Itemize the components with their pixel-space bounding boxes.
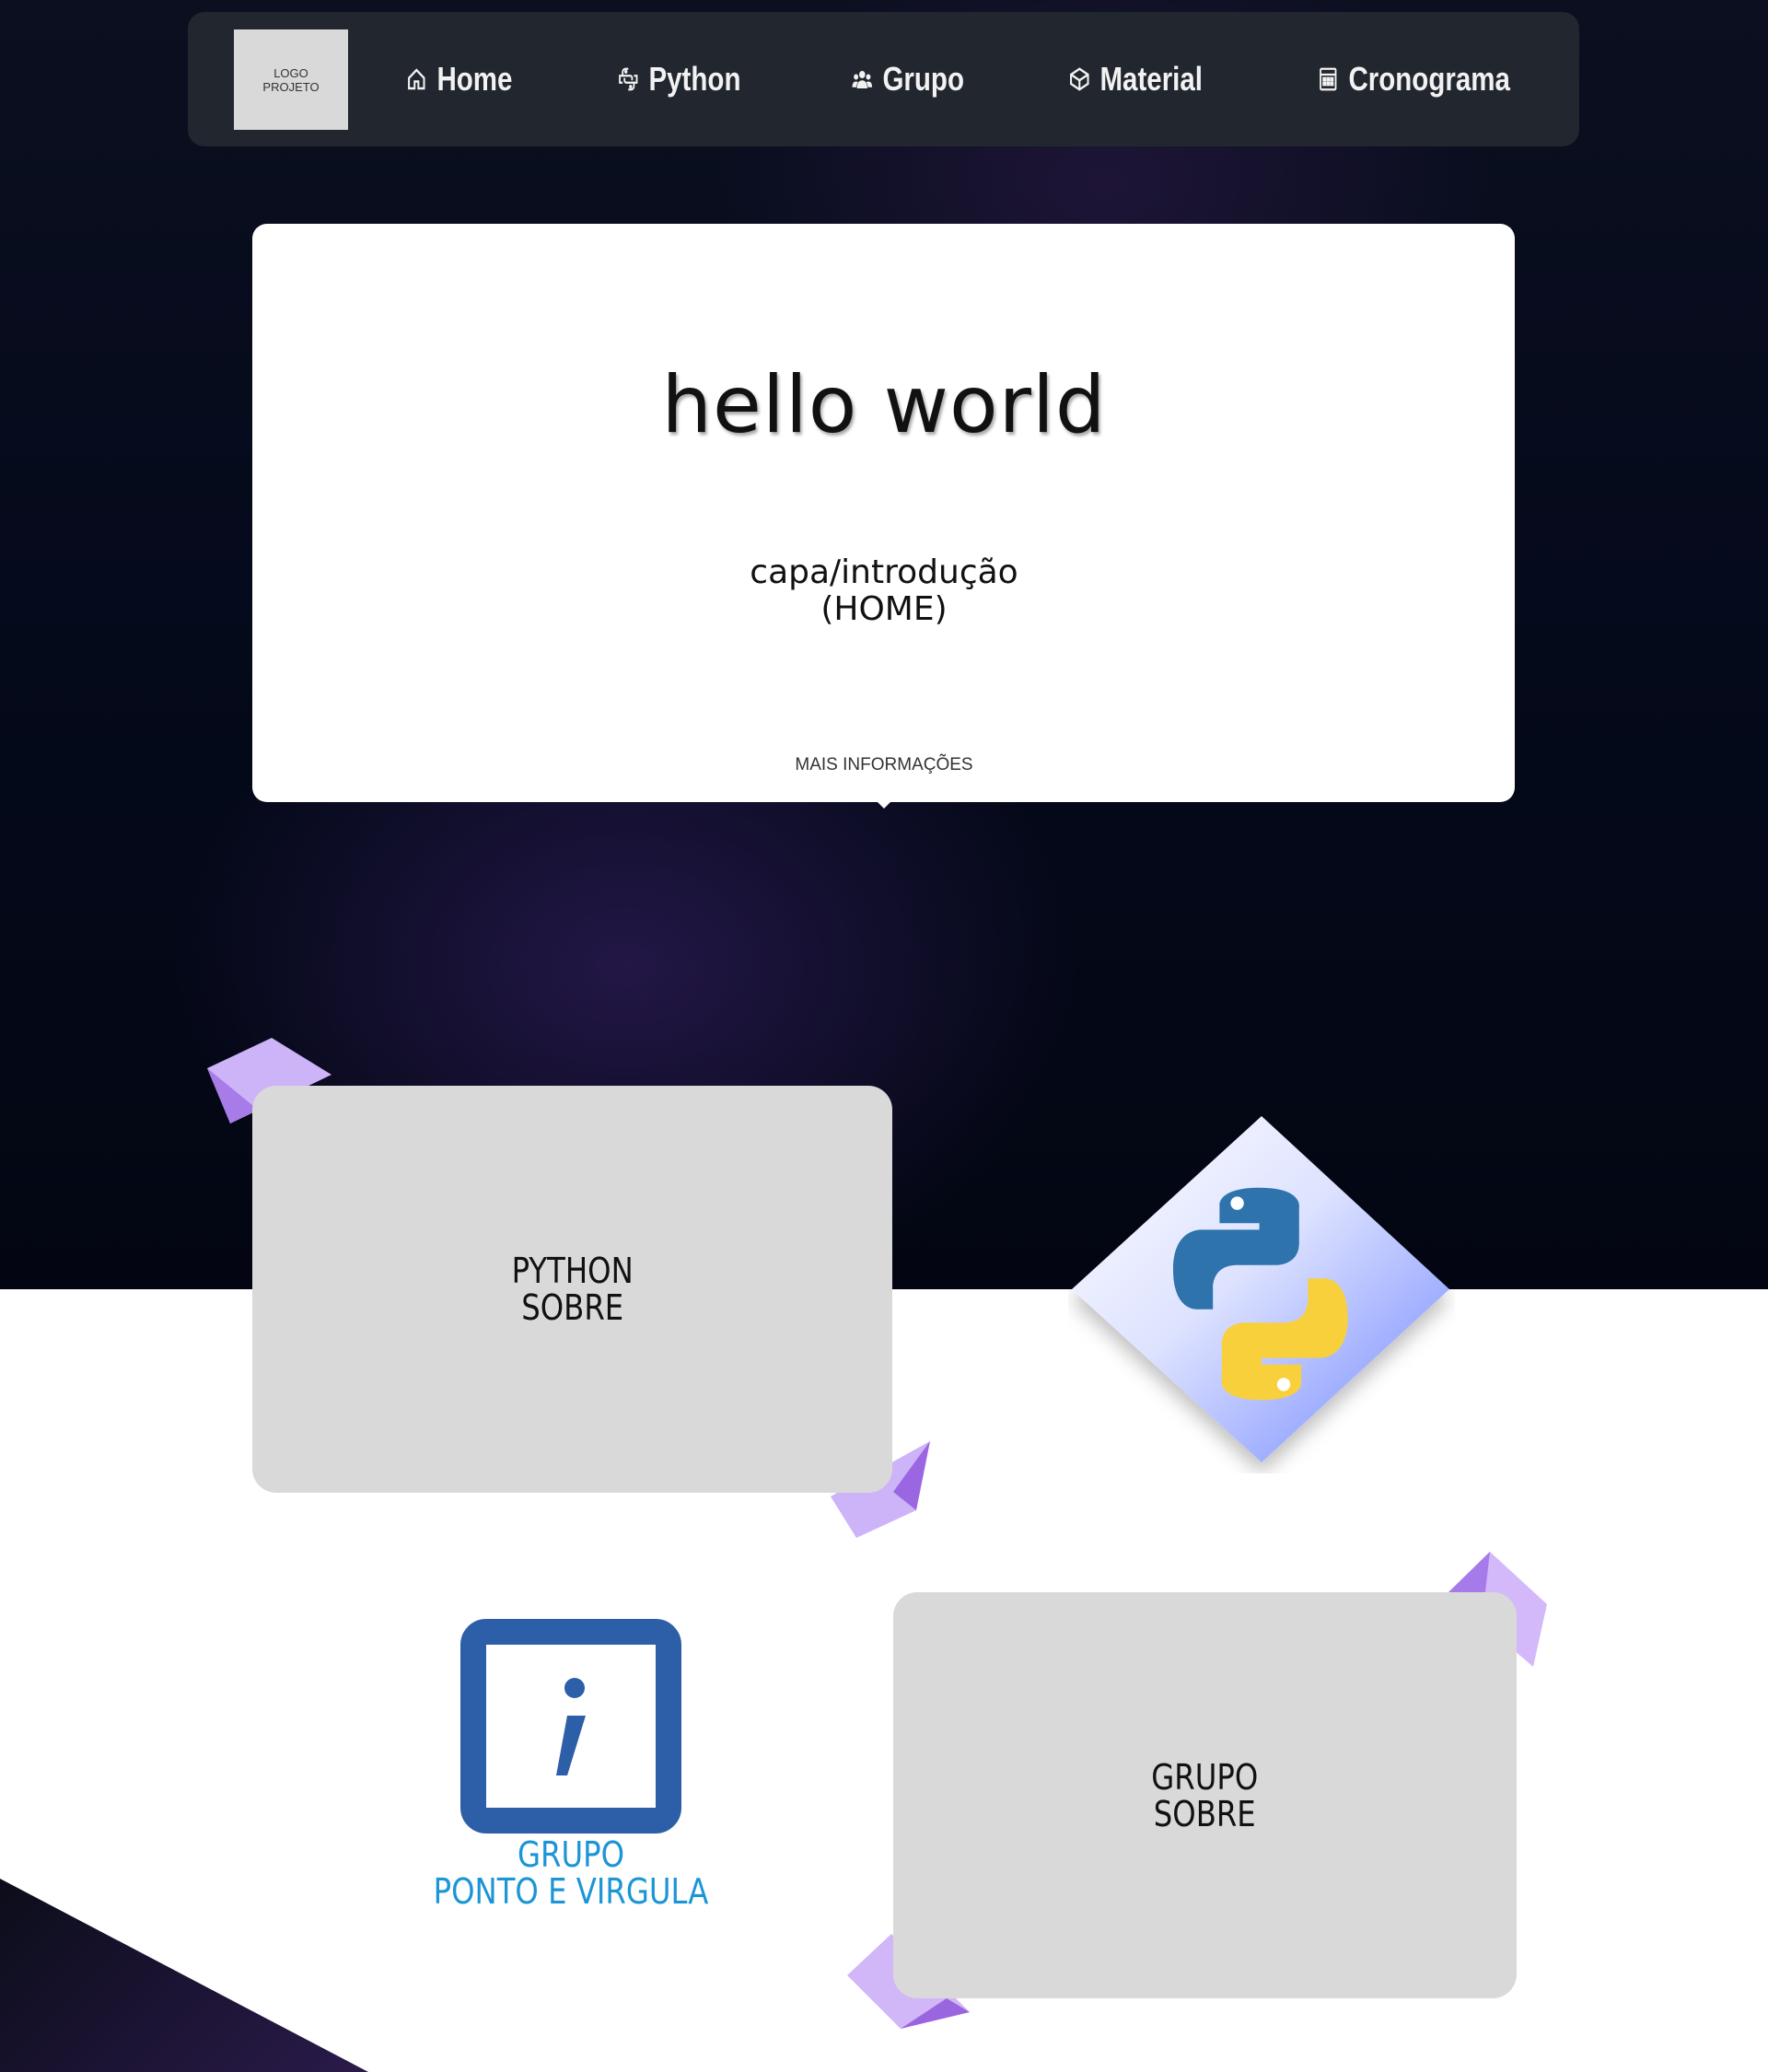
nav-material-label: Material [1099, 60, 1204, 98]
group-name-label: GRUPO PONTO E VIRGULA [414, 1836, 727, 1910]
logo-line1: LOGO [273, 65, 308, 80]
navbar: LOGO PROJETO Home Python Grupo Material … [188, 12, 1579, 146]
more-info-link[interactable]: MAIS INFORMAÇÕES [0, 755, 1768, 775]
hero-subtitle: capa/introdução (HOME) [0, 554, 1768, 628]
python-card[interactable]: PYTHON SOBRE [252, 1086, 892, 1493]
nav-python-label: Python [648, 60, 741, 98]
hero-card [252, 224, 1515, 802]
nav-cronograma[interactable]: Cronograma [1317, 12, 1510, 146]
nav-home-label: Home [436, 60, 513, 98]
logo-line2: PROJETO [262, 79, 320, 94]
python-card-line2: SOBRE [521, 1287, 623, 1328]
nav-home[interactable]: Home [405, 12, 512, 146]
python-card-text: PYTHON SOBRE [511, 1252, 633, 1326]
grupo-card-line1: GRUPO [1151, 1756, 1259, 1798]
nav-grupo[interactable]: Grupo [851, 12, 964, 146]
group-icon [852, 71, 873, 88]
corner-decoration [0, 1879, 368, 2072]
group-name-line2: PONTO E VIRGULA [433, 1871, 709, 1912]
hero-pointer [871, 796, 897, 809]
material-icon [1070, 67, 1089, 91]
python-logo-diamond [1072, 1116, 1449, 1462]
nav-material[interactable]: Material [1068, 12, 1203, 146]
nav-grupo-label: Grupo [882, 60, 964, 98]
grupo-card-line2: SOBRE [1154, 1793, 1256, 1834]
group-name-line1: GRUPO [517, 1834, 625, 1875]
calendar-icon [1320, 67, 1337, 91]
grupo-card-text: GRUPO SOBRE [1151, 1759, 1258, 1833]
logo[interactable]: LOGO PROJETO [234, 29, 348, 130]
grupo-card[interactable]: GRUPO SOBRE [893, 1592, 1517, 1998]
hero-subtitle-line2: (HOME) [820, 590, 948, 628]
hero-subtitle-line1: capa/introdução [750, 553, 1018, 591]
python-icon [619, 67, 638, 91]
python-card-line1: PYTHON [511, 1251, 634, 1291]
semicolon-logo-icon [460, 1619, 681, 1833]
nav-cronograma-label: Cronograma [1348, 60, 1510, 98]
home-icon [408, 68, 425, 90]
hero-title: hello world [661, 359, 1107, 451]
nav-python[interactable]: Python [617, 12, 740, 146]
